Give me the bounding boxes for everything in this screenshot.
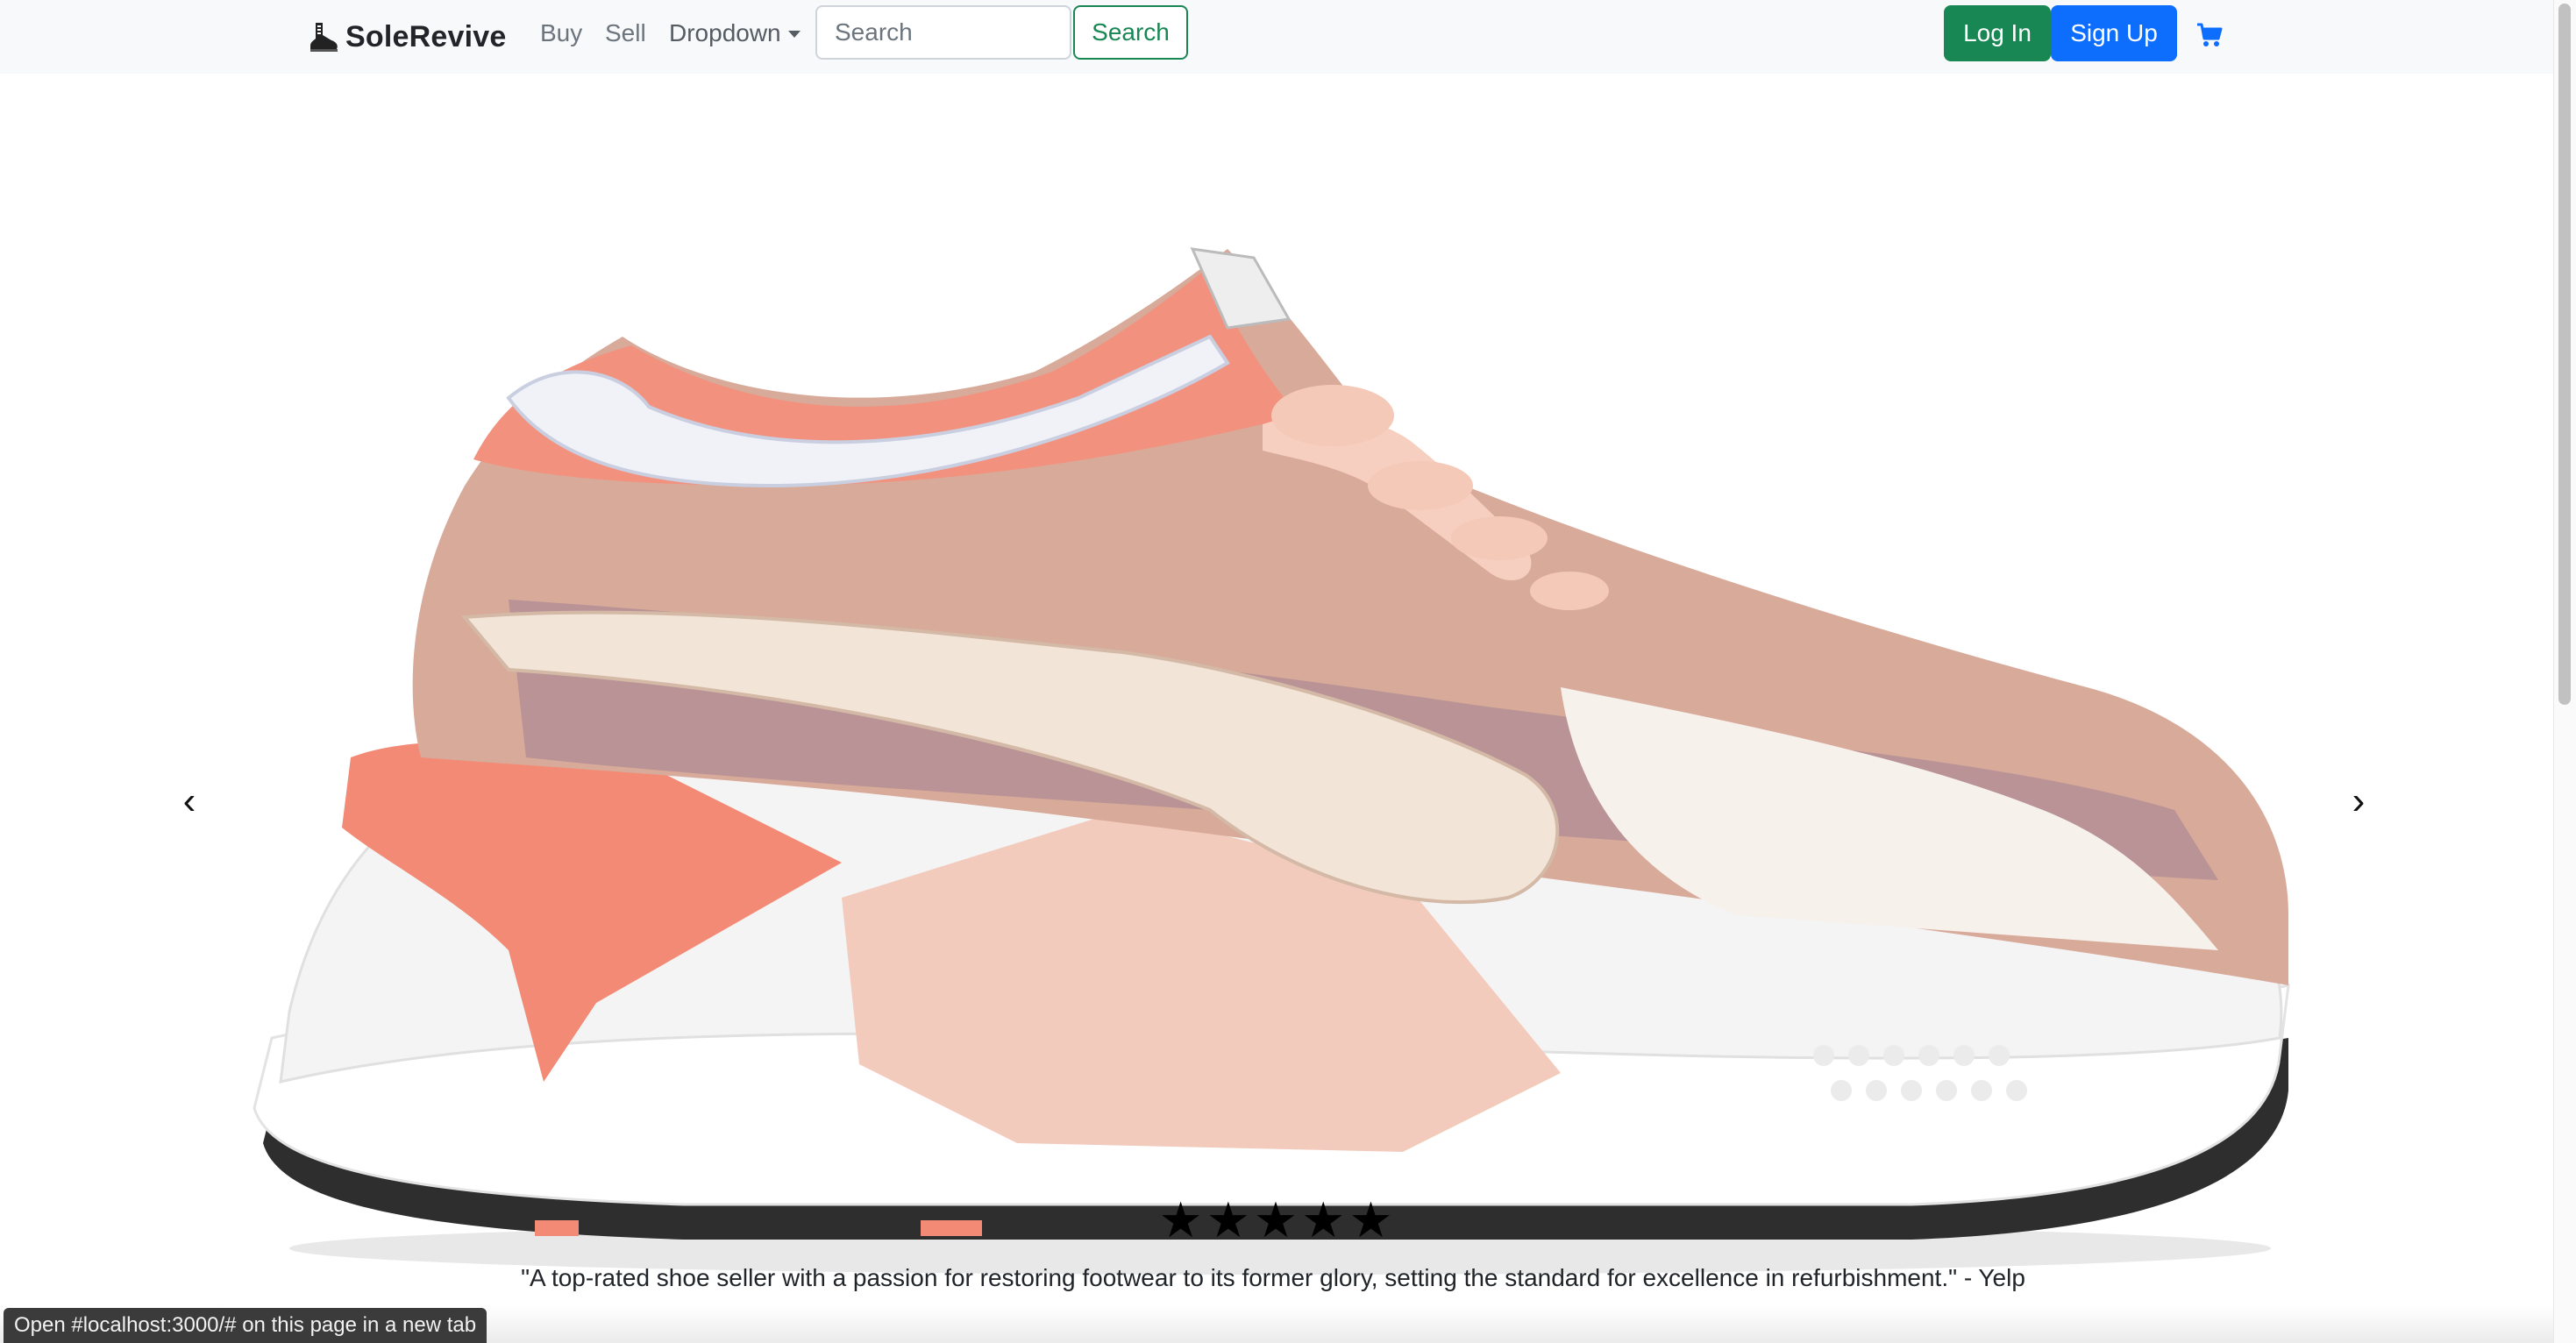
search-button[interactable]: Search — [1073, 5, 1188, 60]
navbar: SoleRevive Buy Sell Dropdown Search Log … — [0, 0, 2553, 74]
nav-dropdown-label: Dropdown — [669, 19, 781, 46]
nav-dropdown-toggle[interactable]: Dropdown — [669, 16, 801, 51]
search-input[interactable] — [815, 5, 1071, 60]
scrollbar-thumb[interactable] — [2558, 4, 2571, 705]
nav-buy-link[interactable]: Buy — [540, 16, 582, 51]
shopping-cart-icon[interactable] — [2195, 21, 2224, 49]
brand-name: SoleRevive — [345, 19, 507, 53]
hero-carousel: ‹ › — [0, 74, 2553, 1343]
star-icon: ★ — [1206, 1192, 1250, 1247]
shoe-logo-icon — [310, 23, 338, 52]
caret-down-icon — [787, 31, 801, 38]
brand-link[interactable]: SoleRevive — [305, 12, 506, 61]
carousel-prev-button[interactable]: ‹ — [172, 775, 207, 828]
login-button[interactable]: Log In — [1944, 5, 2051, 61]
sneaker-slide-image — [253, 247, 2290, 1275]
star-icon: ★ — [1348, 1192, 1393, 1247]
star-icon: ★ — [1253, 1192, 1299, 1247]
carousel-next-button[interactable]: › — [2341, 775, 2376, 828]
star-icon: ★ — [1301, 1192, 1346, 1247]
link-status-bar: Open #localhost:3000/# on this page in a… — [4, 1308, 487, 1343]
nav-sell-link[interactable]: Sell — [605, 16, 646, 51]
star-rating: ★ ★ ★ ★ ★ — [1159, 1192, 1393, 1247]
testimonial-quote: "A top-rated shoe seller with a passion … — [521, 1264, 2025, 1291]
signup-button[interactable]: Sign Up — [2051, 5, 2177, 61]
star-icon: ★ — [1158, 1192, 1203, 1247]
